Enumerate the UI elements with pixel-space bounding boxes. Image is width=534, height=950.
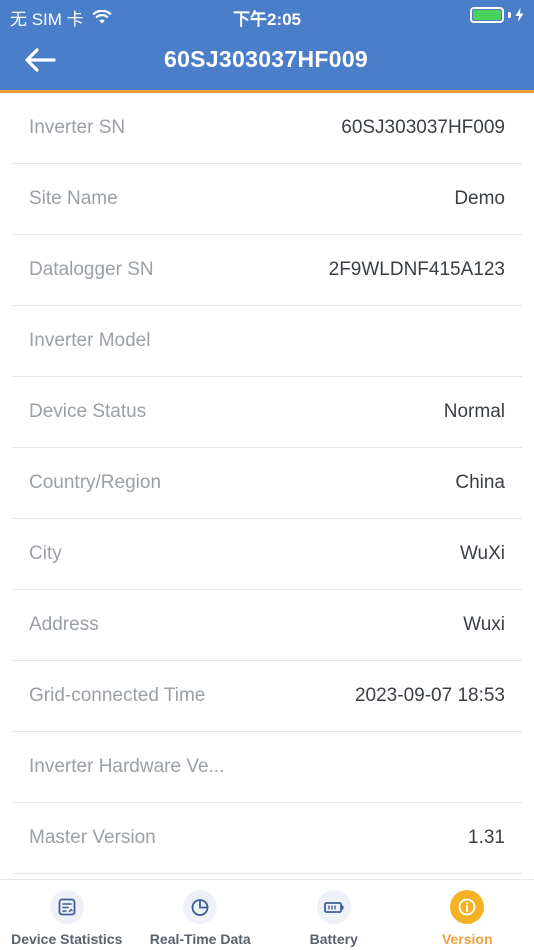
detail-row-country-region: Country/Region China	[12, 448, 522, 519]
detail-value: 2023-09-07 18:53	[354, 685, 505, 706]
header-bar: 无 SIM 卡 下午2:05 60SJ303037HF009	[0, 0, 534, 93]
detail-value: Demo	[454, 188, 505, 209]
detail-value: 60SJ303037HF009	[341, 117, 505, 138]
detail-row-inverter-sn: Inverter SN 60SJ303037HF009	[12, 93, 522, 164]
detail-row-grid-connected-time: Grid-connected Time 2023-09-07 18:53	[12, 661, 522, 732]
detail-label: Datalogger SN	[29, 259, 154, 280]
bottom-tab-bar: Device Statistics Real-Time Data Battery	[0, 879, 534, 950]
battery-icon	[316, 890, 351, 924]
detail-label: Grid-connected Time	[29, 685, 206, 706]
detail-label: Address	[29, 614, 99, 635]
detail-label: City	[29, 543, 62, 564]
page-title: 60SJ303037HF009	[164, 46, 368, 72]
detail-row-city: City WuXi	[12, 519, 522, 590]
charging-bolt-icon	[515, 8, 524, 22]
detail-row-site-name: Site Name Demo	[12, 164, 522, 235]
detail-label: Inverter Hardware Ve...	[29, 756, 225, 777]
tab-version[interactable]: Version	[401, 880, 534, 950]
detail-value: Wuxi	[463, 614, 505, 635]
tab-label: Device Statistics	[11, 931, 123, 947]
tab-label: Real-Time Data	[149, 931, 251, 947]
tab-device-statistics[interactable]: Device Statistics	[0, 880, 134, 950]
status-bar: 无 SIM 卡 下午2:05	[0, 0, 534, 30]
detail-value: China	[455, 472, 505, 493]
detail-row-device-status: Device Status Normal	[12, 377, 522, 448]
tab-real-time-data[interactable]: Real-Time Data	[134, 880, 268, 950]
detail-row-master-version: Master Version 1.31	[12, 803, 522, 874]
detail-label: Inverter Model	[29, 330, 151, 351]
tab-label: Battery	[309, 931, 358, 947]
battery-tip	[508, 12, 511, 18]
status-time: 下午2:05	[232, 10, 302, 29]
statistics-icon	[49, 890, 84, 924]
detail-row-inverter-model: Inverter Model	[12, 306, 522, 377]
detail-label: Site Name	[29, 188, 118, 209]
detail-value: 1.31	[468, 827, 505, 848]
pie-chart-icon	[183, 890, 218, 924]
detail-row-datalogger-sn: Datalogger SN 2F9WLDNF415A123	[12, 235, 522, 306]
detail-value: WuXi	[459, 543, 505, 564]
tab-battery[interactable]: Battery	[267, 880, 401, 950]
detail-value: 2F9WLDNF415A123	[328, 259, 505, 280]
tab-label: Version	[441, 931, 493, 947]
detail-row-hardware-version: Inverter Hardware Ve...	[12, 732, 522, 803]
detail-label: Device Status	[29, 401, 147, 422]
detail-row-address: Address Wuxi	[12, 590, 522, 661]
detail-label: Master Version	[29, 827, 156, 848]
battery-icon	[470, 7, 504, 23]
battery-indicator	[470, 7, 524, 23]
detail-label: Inverter SN	[29, 117, 126, 138]
detail-label: Country/Region	[29, 472, 162, 493]
device-info-list: Inverter SN 60SJ303037HF009 Site Name De…	[12, 93, 522, 874]
info-icon	[450, 890, 485, 924]
detail-value: Normal	[443, 401, 505, 422]
